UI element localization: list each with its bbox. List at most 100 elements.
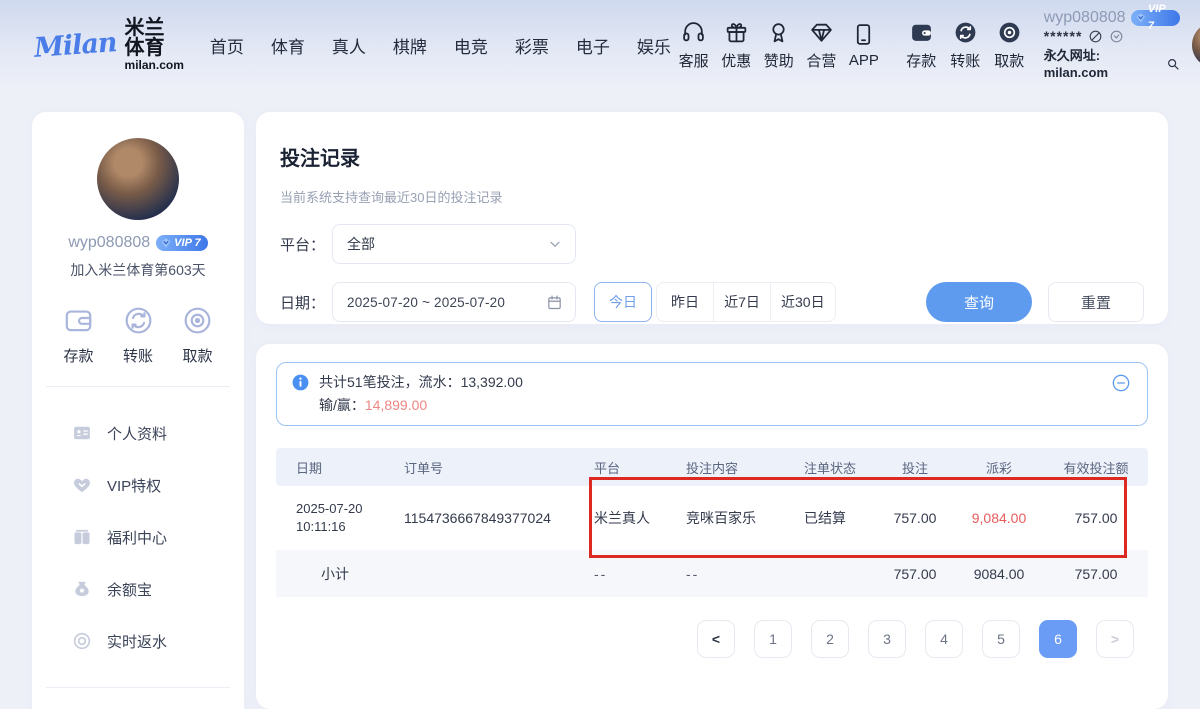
pagination-prev-button[interactable]: <: [697, 620, 735, 658]
avatar[interactable]: [97, 138, 179, 220]
top-header: Milan 米兰体育 milan.com 首页 体育 真人 棋牌 电竞 彩票 电…: [0, 0, 1200, 90]
nav-cards[interactable]: 棋牌: [393, 33, 427, 58]
search-button[interactable]: 查询: [926, 282, 1032, 322]
cell-order-number: 1154736667849377024: [384, 510, 574, 526]
eye-off-icon[interactable]: [1088, 29, 1103, 44]
sidebar-quick-actions: 存款 转账 取款: [32, 304, 244, 366]
pagination: < 1 2 3 4 5 6 >: [276, 620, 1148, 658]
refresh-balance-icon[interactable]: [1109, 29, 1124, 44]
nav-esports[interactable]: 电竞: [454, 33, 488, 58]
sidebar-item-benefits[interactable]: 福利中心: [32, 511, 244, 563]
subtotal-payout: 9084.00: [954, 566, 1044, 582]
nav-live[interactable]: 真人: [332, 33, 366, 58]
transfer-link[interactable]: 转账: [945, 20, 986, 71]
magnifier-icon[interactable]: [1166, 57, 1180, 71]
subtotal-valid: 757.00: [1044, 566, 1148, 582]
summary-total-text: 共计51笔投注，流水：13,392.00: [319, 372, 1111, 393]
withdraw-action[interactable]: 取款: [181, 304, 214, 366]
main-nav: 首页 体育 真人 棋牌 电竞 彩票 电子 娱乐: [210, 33, 671, 58]
date-range-input[interactable]: 2025-07-20 ~ 2025-07-20: [332, 282, 576, 322]
money-bag-icon: [72, 579, 92, 599]
calendar-icon: [546, 294, 563, 311]
coin-icon: [72, 631, 92, 651]
pagination-page-2[interactable]: 2: [811, 620, 849, 658]
subtotal-platform: --: [574, 566, 666, 582]
app-download-link[interactable]: APP: [844, 22, 884, 69]
nav-entertainment[interactable]: 娱乐: [637, 33, 671, 58]
nav-sports[interactable]: 体育: [271, 33, 305, 58]
quick-date-today[interactable]: 今日: [594, 282, 652, 322]
quick-date-7days[interactable]: 近7日: [713, 282, 771, 322]
subtotal-content: --: [666, 566, 784, 582]
vip-heart-icon: [72, 475, 92, 495]
wallet-icon: [909, 20, 934, 45]
quick-date-yesterday[interactable]: 昨日: [656, 282, 714, 322]
profile-sidebar: wyp080808 VIP 7 加入米兰体育第603天 存款: [32, 112, 244, 709]
withdraw-link[interactable]: 取款: [989, 20, 1030, 71]
platform-select[interactable]: 全部: [332, 224, 576, 264]
table-header-row: 日期 订单号 平台 投注内容 注单状态 投注 派彩 有效投注额: [276, 448, 1148, 486]
chevron-down-icon: [547, 236, 563, 252]
username: wyp080808: [1044, 9, 1126, 26]
sidebar-item-rebate[interactable]: 实时返水: [32, 615, 244, 667]
vip-badge: VIP 7: [156, 235, 208, 251]
sponsorship-link[interactable]: 赞助: [759, 20, 799, 71]
deposit-link[interactable]: 存款: [901, 20, 942, 71]
join-days-text: 加入米兰体育第603天: [32, 260, 244, 280]
avatar[interactable]: [1192, 22, 1200, 68]
header-right: 客服 优惠 赞助 合营: [671, 9, 1200, 81]
transfer-action[interactable]: 转账: [122, 304, 155, 366]
username: wyp080808: [68, 234, 150, 252]
summary-winloss-text: 输/赢：14,899.00: [319, 395, 1111, 416]
site-logo[interactable]: Milan 米兰体育 milan.com: [34, 18, 184, 72]
divider: [46, 687, 230, 688]
page-subtitle: 当前系统支持查询最近30日的投注记录: [280, 187, 1144, 206]
bet-record-results-card: 共计51笔投注，流水：13,392.00 输/赢：14,899.00 日期 订单…: [256, 344, 1168, 709]
quick-date-30days[interactable]: 近30日: [770, 282, 836, 322]
benefits-gift-icon: [72, 527, 92, 547]
logo-cn-text: 米兰体育: [125, 18, 184, 58]
nav-slots[interactable]: 电子: [576, 33, 610, 58]
cell-bet-amount: 757.00: [876, 510, 954, 526]
pagination-page-6[interactable]: 6: [1039, 620, 1077, 658]
headset-icon: [681, 20, 706, 45]
pagination-page-5[interactable]: 5: [982, 620, 1020, 658]
cell-valid-amount: 757.00: [1044, 510, 1148, 526]
deposit-action[interactable]: 存款: [62, 304, 95, 366]
date-range-value: 2025-07-20 ~ 2025-07-20: [347, 295, 546, 310]
nav-lottery[interactable]: 彩票: [515, 33, 549, 58]
cell-status: 已结算: [784, 508, 876, 528]
nav-home[interactable]: 首页: [210, 33, 244, 58]
summary-box: 共计51笔投注，流水：13,392.00 输/赢：14,899.00: [276, 362, 1148, 426]
platform-label: 平台：: [280, 234, 332, 255]
divider: [46, 386, 230, 387]
page-title: 投注记录: [280, 142, 1144, 171]
reset-button[interactable]: 重置: [1048, 282, 1144, 322]
gem-icon: [809, 20, 834, 45]
masked-balance: ******: [1044, 28, 1083, 45]
sidebar-item-yuebao[interactable]: 余额宝: [32, 563, 244, 615]
pagination-next-button[interactable]: >: [1096, 620, 1134, 658]
logo-domain-text: milan.com: [125, 58, 184, 72]
bet-records-table: 日期 订单号 平台 投注内容 注单状态 投注 派彩 有效投注额 2025-07-…: [276, 448, 1148, 597]
pagination-page-3[interactable]: 3: [868, 620, 906, 658]
customer-service-link[interactable]: 客服: [674, 20, 714, 71]
subtotal-row: 小计 -- -- 757.00 9084.00 757.00: [276, 550, 1148, 597]
user-info: wyp080808 VIP 7 ******: [1044, 9, 1180, 81]
collapse-minus-icon[interactable]: [1111, 372, 1131, 393]
transfer-icon: [122, 304, 155, 337]
logo-script-text: Milan: [33, 27, 117, 64]
pagination-page-1[interactable]: 1: [754, 620, 792, 658]
wallet-actions: 存款 转账: [898, 20, 1030, 71]
cell-payout: 9,084.00: [954, 510, 1044, 526]
bet-record-filter-card: 投注记录 当前系统支持查询最近30日的投注记录 平台： 全部 日期： 2025-…: [256, 112, 1168, 324]
sidebar-item-vip[interactable]: VIP特权: [32, 459, 244, 511]
vip-diamond-icon: [160, 237, 172, 249]
partnership-link[interactable]: 合营: [802, 20, 842, 71]
promotions-link[interactable]: 优惠: [716, 20, 756, 71]
cell-date: 2025-07-20 10:11:16: [276, 500, 384, 536]
gift-icon: [724, 20, 749, 45]
sidebar-item-profile[interactable]: 个人资料: [32, 407, 244, 459]
subtotal-label: 小计: [276, 564, 384, 584]
pagination-page-4[interactable]: 4: [925, 620, 963, 658]
